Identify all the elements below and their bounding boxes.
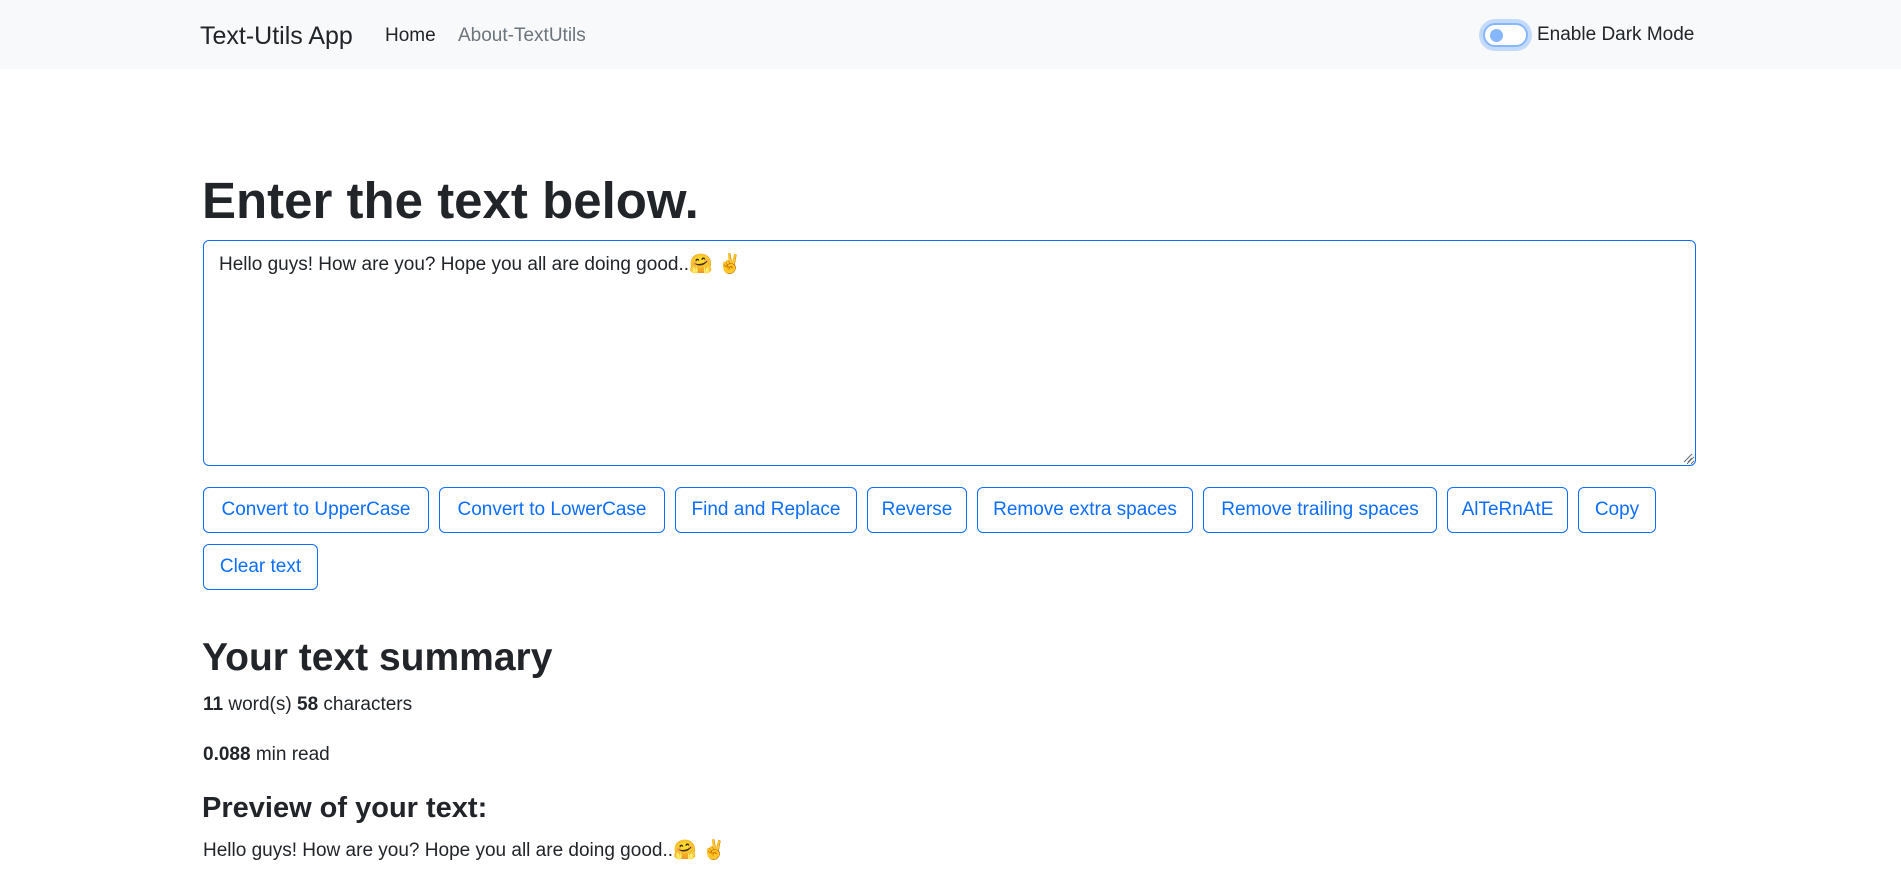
find-replace-button[interactable]: Find and Replace — [675, 487, 857, 533]
dark-mode-toggle[interactable] — [1483, 23, 1528, 47]
nav-link-about[interactable]: About-TextUtils — [458, 23, 586, 49]
char-count: 58 — [297, 694, 319, 715]
reverse-button[interactable]: Reverse — [867, 487, 967, 533]
uppercase-button[interactable]: Convert to UpperCase — [203, 487, 429, 533]
read-time-value: 0.088 — [203, 744, 251, 765]
toggle-knob — [1490, 29, 1503, 42]
read-time-label: min read — [255, 744, 330, 765]
resize-handle-icon[interactable] — [1681, 451, 1693, 463]
word-count: 11 — [203, 694, 224, 715]
page-title: Enter the text below. — [202, 172, 699, 229]
remove-extra-spaces-button[interactable]: Remove extra spaces — [977, 487, 1193, 533]
preview-text: Hello guys! How are you? Hope you all ar… — [203, 840, 726, 861]
text-input[interactable] — [203, 240, 1696, 466]
read-time: 0.088 min read — [203, 742, 330, 768]
nav-link-home[interactable]: Home — [385, 23, 436, 49]
navbar: Text-Utils App Home About-TextUtils Enab… — [0, 0, 1901, 69]
alternate-case-button[interactable]: AlTeRnAtE — [1447, 487, 1568, 533]
preview-heading: Preview of your text: — [202, 792, 488, 824]
brand-link[interactable]: Text-Utils App — [200, 20, 353, 52]
lowercase-button[interactable]: Convert to LowerCase — [439, 487, 665, 533]
word-label: word(s) — [228, 694, 292, 715]
dark-mode-label[interactable]: Enable Dark Mode — [1537, 22, 1694, 48]
word-char-count: 11 word(s) 58 characters — [203, 692, 412, 718]
clear-text-button[interactable]: Clear text — [203, 544, 318, 590]
summary-heading: Your text summary — [202, 636, 553, 679]
remove-trailing-spaces-button[interactable]: Remove trailing spaces — [1203, 487, 1437, 533]
copy-button[interactable]: Copy — [1578, 487, 1656, 533]
char-label: characters — [323, 694, 413, 715]
